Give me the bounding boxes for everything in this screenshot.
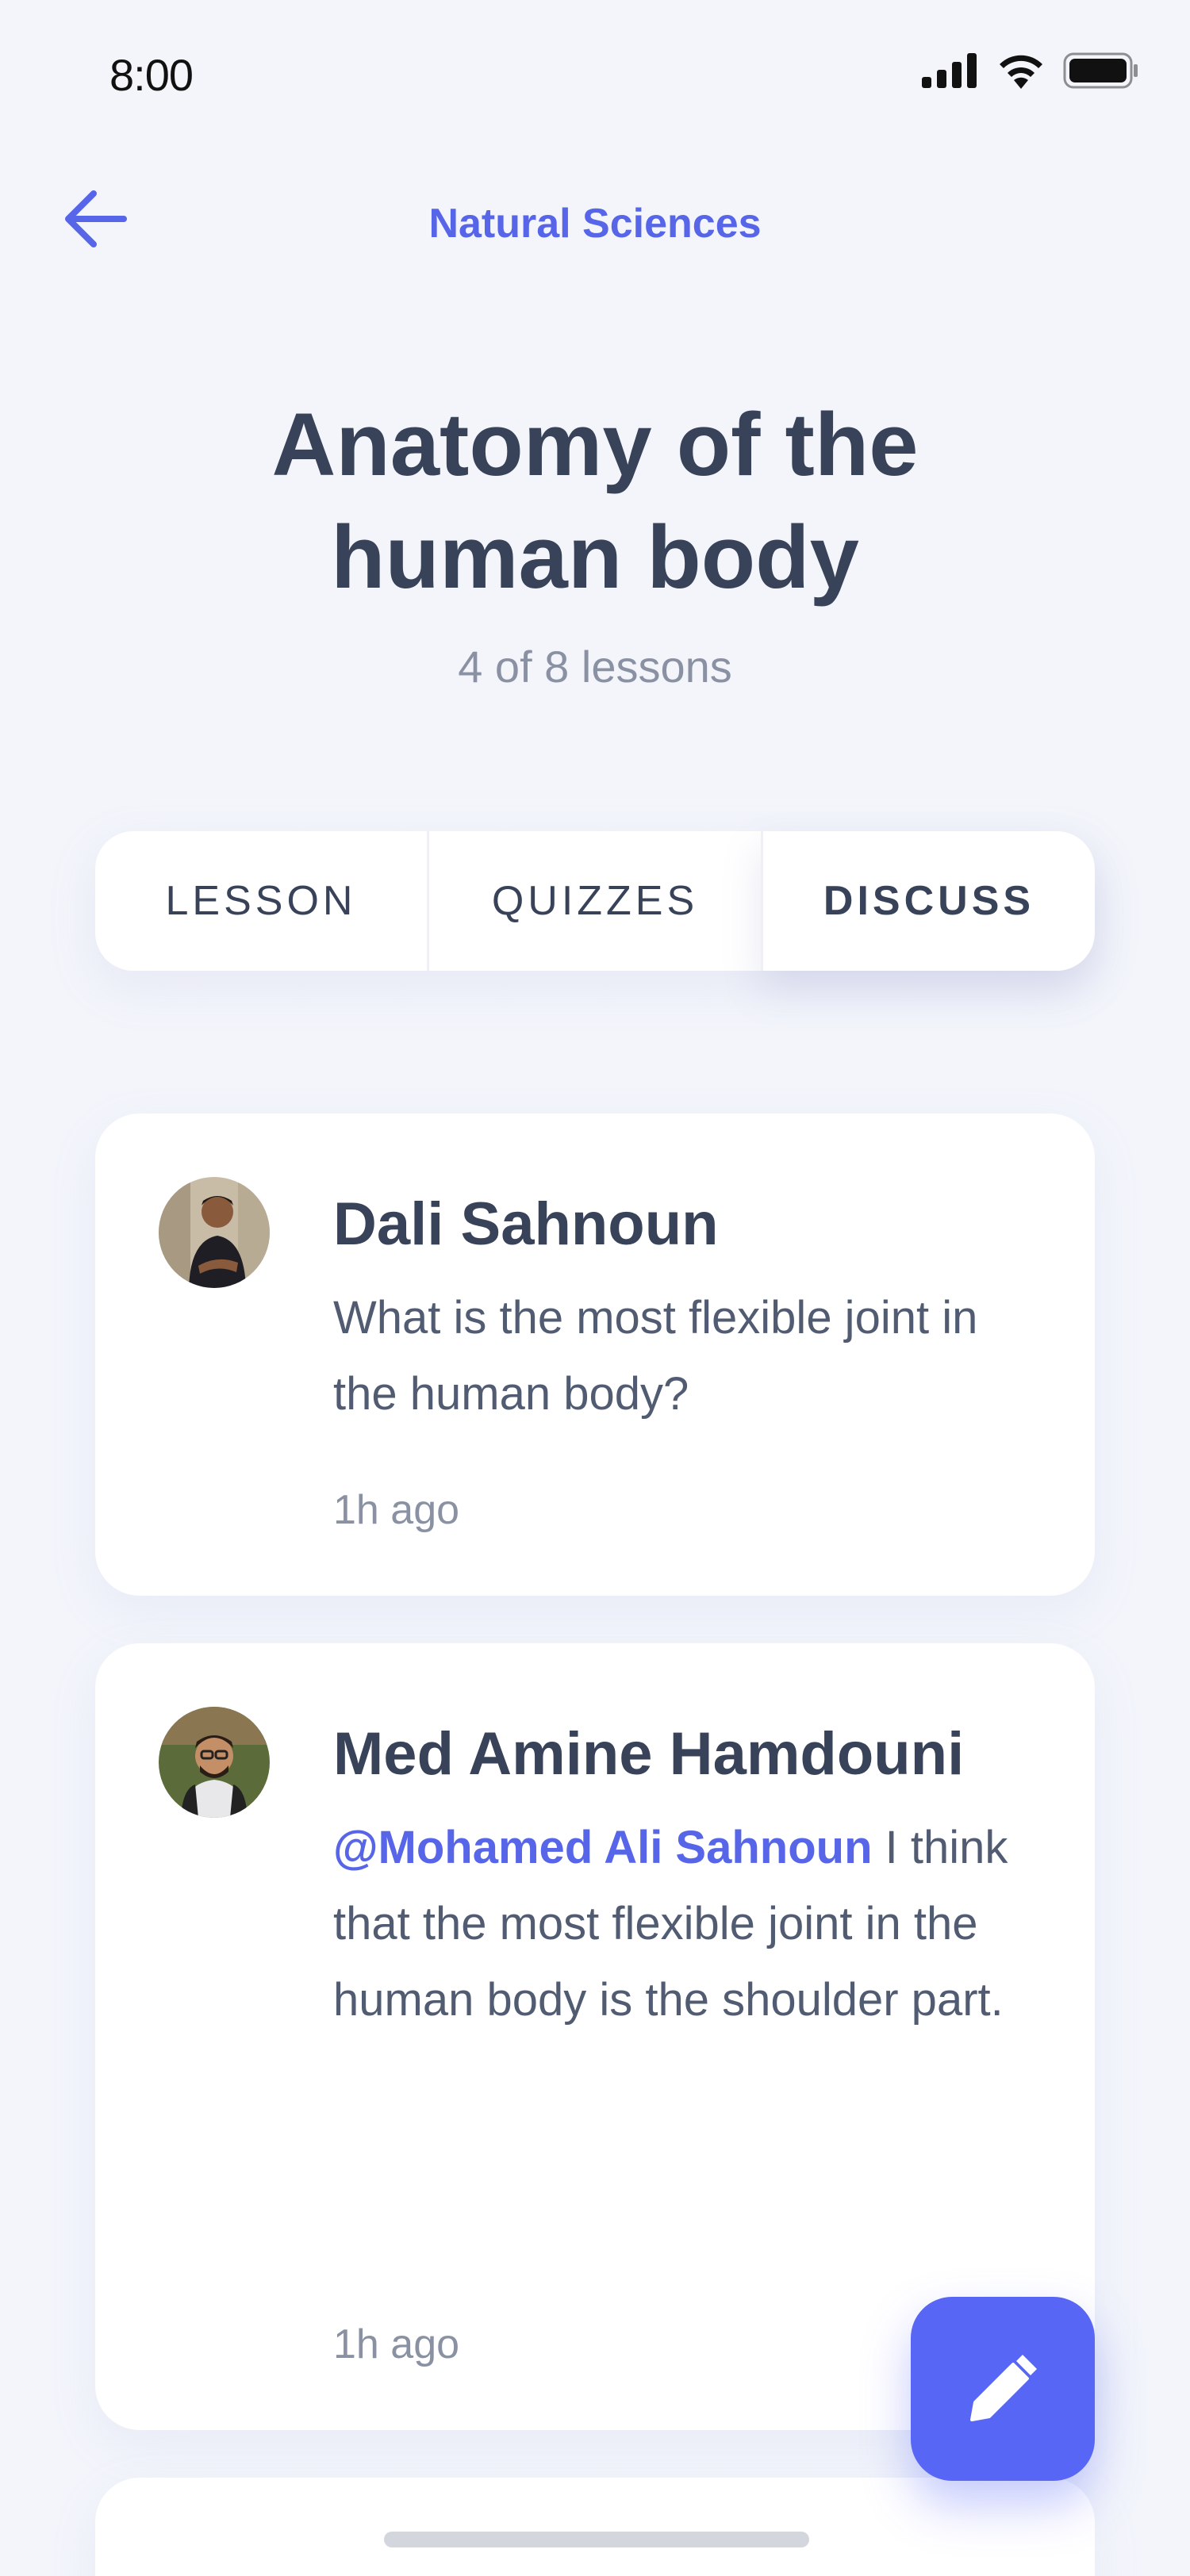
signal-icon [922, 53, 977, 88]
tab-quizzes[interactable]: QUIZZES [427, 831, 761, 971]
status-icons [922, 52, 1139, 89]
comment-text: @Mohamed Ali Sahnoun I think that the mo… [333, 1810, 1023, 2038]
home-indicator[interactable] [384, 2532, 809, 2547]
write-comment-button[interactable] [911, 2297, 1095, 2481]
discussion-screen: 8:00 Natural Sciences Anatomy of the hum… [0, 0, 1190, 2576]
tab-discuss[interactable]: DISCUSS [761, 831, 1095, 971]
battery-icon [1063, 52, 1138, 89]
avatar[interactable] [159, 1177, 270, 1288]
comment-card[interactable] [95, 2478, 1095, 2576]
course-title: Anatomy of the human body [271, 395, 919, 607]
comment-time: 1h ago [333, 1487, 460, 1533]
pencil-icon [970, 2355, 1037, 2421]
comment-card[interactable]: Dali Sahnoun What is the most flexible j… [95, 1114, 1095, 1596]
status-time: 8:00 [109, 50, 194, 100]
avatar[interactable] [159, 1707, 270, 1818]
tab-lesson[interactable]: LESSON [95, 831, 427, 971]
wifi-icon [1000, 55, 1042, 89]
comment-text: What is the most flexible joint in the h… [333, 1292, 978, 1420]
lesson-progress: 4 of 8 lessons [458, 642, 732, 692]
comment-time: 1h ago [333, 2321, 460, 2367]
comment-author[interactable]: Dali Sahnoun [333, 1190, 719, 1259]
tab-bar: LESSON QUIZZES DISCUSS [95, 831, 1095, 971]
comment-author[interactable]: Med Amine Hamdouni [333, 1719, 964, 1788]
mention-link[interactable]: @Mohamed Ali Sahnoun [333, 1822, 873, 1873]
category-title[interactable]: Natural Sciences [0, 200, 1190, 247]
